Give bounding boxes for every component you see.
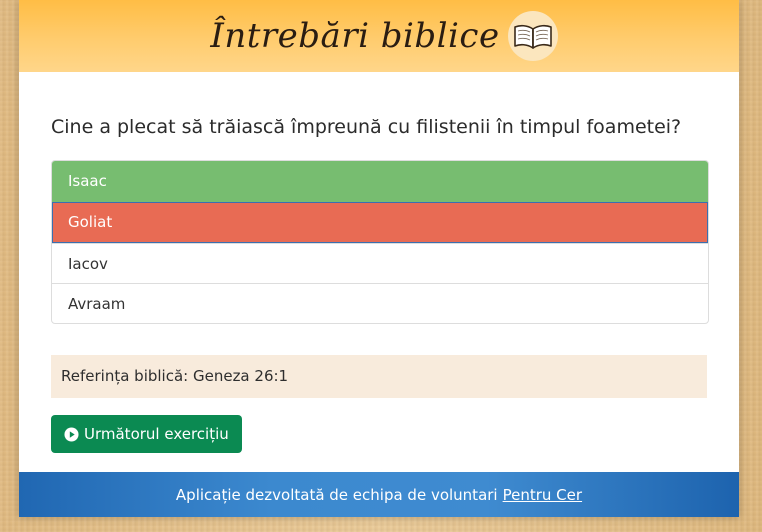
next-exercise-button[interactable]: Următorul exercițiu: [51, 415, 242, 453]
answer-list: Isaac Goliat Iacov Avraam: [51, 160, 709, 324]
app-title: Întrebări biblice: [210, 16, 500, 56]
question-text: Cine a plecat să trăiască împreună cu fi…: [51, 116, 682, 138]
bible-reference: Referința biblică: Geneza 26:1: [51, 355, 707, 398]
answer-option-wrong[interactable]: Goliat: [52, 202, 708, 243]
footer-text: Aplicație dezvoltată de echipa de volunt…: [175, 485, 498, 504]
quiz-card: Întrebări biblice Cine a plecat să trăia…: [19, 0, 739, 517]
answer-option[interactable]: Avraam: [52, 283, 708, 323]
footer: Aplicație dezvoltată de echipa de volunt…: [19, 472, 739, 517]
open-book-icon: [507, 11, 558, 61]
answer-option[interactable]: Iacov: [52, 243, 708, 283]
app-header: Întrebări biblice: [19, 0, 739, 72]
next-exercise-label: Următorul exercițiu: [84, 425, 229, 443]
answer-option-correct[interactable]: Isaac: [52, 161, 708, 202]
pentru-cer-link[interactable]: Pentru Cer: [503, 486, 582, 504]
play-circle-icon: [64, 426, 79, 442]
